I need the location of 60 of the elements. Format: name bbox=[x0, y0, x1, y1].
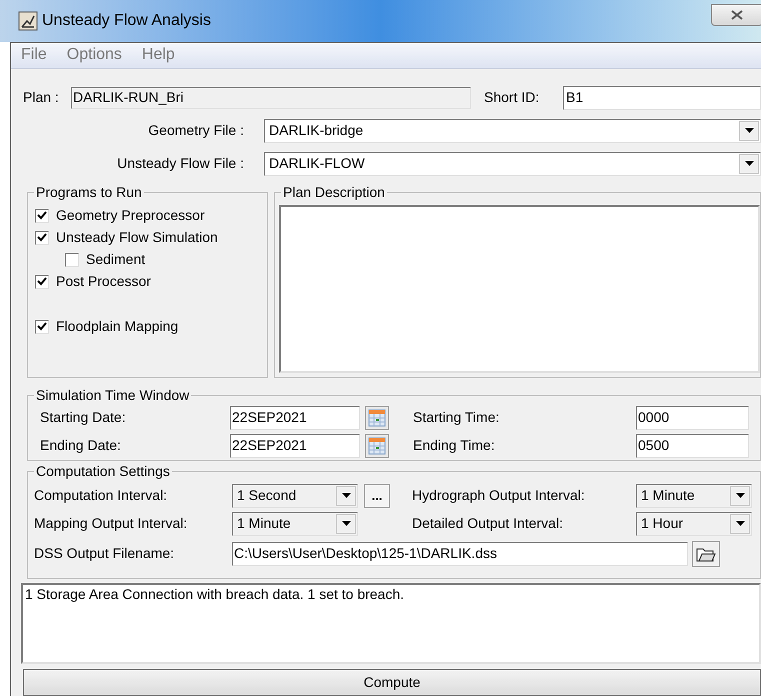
checkbox-label: Unsteady Flow Simulation bbox=[56, 228, 218, 248]
checkmark-icon bbox=[37, 233, 47, 242]
dropdown-arrow-icon bbox=[744, 128, 754, 134]
plan-field[interactable]: DARLIK-RUN_Bri bbox=[71, 86, 471, 109]
date-field[interactable]: 22SEP2021 bbox=[230, 434, 360, 458]
time-field[interactable]: 0000 bbox=[636, 406, 749, 430]
interval-label: Hydrograph Output Interval: bbox=[412, 486, 586, 506]
checkbox-label: Geometry Preprocessor bbox=[56, 206, 205, 226]
file-label: Geometry File : bbox=[147, 121, 245, 140]
dropdown[interactable]: 1 Minute bbox=[636, 484, 752, 508]
short-id-label: Short ID: bbox=[484, 88, 540, 108]
dropdown-arrow-icon bbox=[342, 521, 350, 526]
folder-icon bbox=[696, 546, 716, 562]
file-label: Unsteady Flow File : bbox=[116, 154, 245, 174]
menu-item[interactable]: Options bbox=[66, 43, 122, 68]
checkbox-label: Post Processor bbox=[56, 272, 151, 292]
message-text: 1 Storage Area Connection with breach data. 1 set to breach. bbox=[25, 585, 406, 603]
checkbox-label: Floodplain Mapping bbox=[56, 317, 178, 336]
date-field[interactable]: 22SEP2021 bbox=[230, 406, 360, 430]
compute-button[interactable]: Compute bbox=[23, 668, 761, 696]
dropdown[interactable]: 1 Minute bbox=[232, 512, 358, 536]
menu-item[interactable]: File bbox=[21, 43, 47, 68]
checkmark-icon bbox=[37, 322, 47, 332]
dss-field[interactable]: C:\Users\User\Desktop\125-1\DARLIK.dss bbox=[232, 542, 688, 566]
close-button[interactable] bbox=[711, 4, 761, 26]
dropdown[interactable]: 1 Second bbox=[232, 484, 358, 508]
dropdown[interactable]: 1 Hour bbox=[636, 512, 752, 536]
dss-label: DSS Output Filename: bbox=[34, 544, 176, 564]
interval-label: Detailed Output Interval: bbox=[412, 514, 564, 534]
checkbox[interactable] bbox=[35, 208, 49, 223]
checkbox[interactable] bbox=[65, 252, 79, 267]
dropdown-arrow-icon bbox=[744, 161, 754, 166]
short-id-field[interactable]: B1 bbox=[563, 86, 761, 110]
close-icon bbox=[731, 10, 743, 20]
date-label: Starting Date: bbox=[40, 408, 127, 428]
dropdown-arrow-icon bbox=[342, 493, 350, 498]
checkbox[interactable] bbox=[35, 274, 49, 289]
interval-label: Mapping Output Interval: bbox=[34, 514, 188, 534]
menu-item[interactable]: Help bbox=[142, 43, 175, 68]
checkbox-label: Sediment bbox=[86, 250, 146, 270]
interval-label: Computation Interval: bbox=[34, 486, 168, 506]
checkbox[interactable] bbox=[35, 320, 49, 334]
dropdown-arrow-icon bbox=[736, 521, 744, 526]
dropdown-arrow-icon bbox=[736, 493, 744, 498]
more-button[interactable]: ... bbox=[364, 484, 390, 508]
checkmark-icon bbox=[37, 211, 47, 220]
dropdown[interactable]: DARLIK-bridge bbox=[264, 118, 761, 143]
time-label: Starting Time: bbox=[413, 408, 500, 428]
window-title: Unsteady Flow Analysis bbox=[42, 11, 211, 31]
plan-label: Plan : bbox=[23, 88, 60, 108]
app-icon bbox=[18, 11, 38, 31]
date-label: Ending Date: bbox=[40, 436, 122, 456]
calendar-icon bbox=[368, 408, 386, 427]
time-field[interactable]: 0500 bbox=[636, 434, 749, 458]
checkmark-icon bbox=[37, 277, 47, 286]
time-label: Ending Time: bbox=[413, 436, 496, 456]
calendar-icon bbox=[368, 436, 386, 455]
dropdown[interactable]: DARLIK-FLOW bbox=[264, 152, 761, 176]
browse-button[interactable] bbox=[692, 540, 720, 567]
checkbox[interactable] bbox=[35, 230, 49, 245]
